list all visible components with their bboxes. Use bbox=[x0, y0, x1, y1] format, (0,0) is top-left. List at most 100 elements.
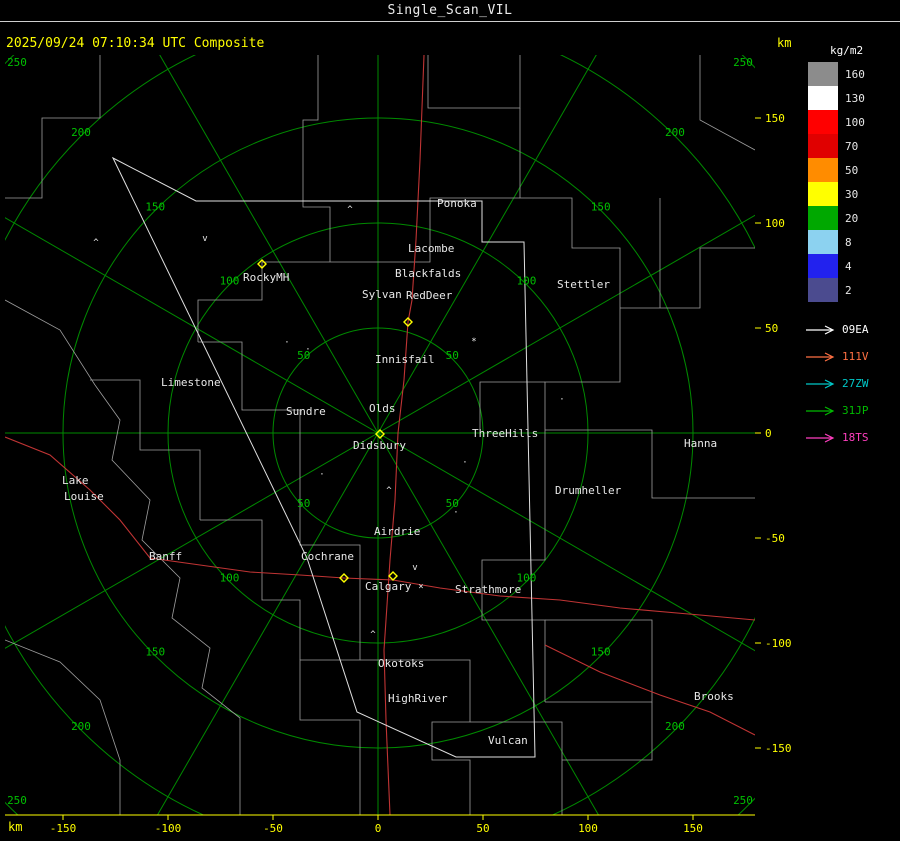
scale-value: 4 bbox=[845, 259, 852, 273]
scale-row: 130 bbox=[800, 86, 900, 110]
scale-swatch bbox=[808, 62, 838, 86]
radar-site-arrow-icon bbox=[806, 405, 835, 416]
boundary-line bbox=[5, 299, 96, 386]
bottom-axis-label: -50 bbox=[263, 822, 283, 835]
right-axis-label: -150 bbox=[765, 742, 792, 755]
city-label: Louise bbox=[64, 490, 104, 503]
side-panel: kg/m2 160 130 100 70 50 30 20 8 4 2 09EA 111V 27ZW 3… bbox=[800, 44, 900, 451]
scale-value: 8 bbox=[845, 235, 852, 249]
scale-swatch bbox=[808, 278, 838, 302]
city-label: Blackfalds bbox=[395, 267, 461, 280]
color-scale-unit: kg/m2 bbox=[830, 44, 864, 57]
city-label: Brooks bbox=[694, 690, 734, 703]
city-label: Innisfail bbox=[375, 353, 435, 366]
boundary-line bbox=[427, 55, 521, 109]
town-marker: ^ bbox=[347, 205, 353, 215]
bottom-axis-label: 150 bbox=[683, 822, 703, 835]
boundary-line bbox=[481, 498, 546, 702]
city-label: Calgary bbox=[365, 580, 412, 593]
right-axis-label: -100 bbox=[765, 637, 792, 650]
city-labels: Ponoka Lacombe Blackfalds Sylvan RedDeer Stet… bbox=[62, 197, 734, 747]
town-marker: · bbox=[559, 395, 564, 405]
range-label: 200 bbox=[71, 720, 91, 733]
city-label: Sylvan bbox=[362, 288, 402, 301]
city-label: Sundre bbox=[286, 405, 326, 418]
city-label: Drumheller bbox=[555, 484, 622, 497]
scale-row: 100 bbox=[800, 110, 900, 134]
range-label: 100 bbox=[220, 275, 240, 288]
scale-swatch bbox=[808, 230, 838, 254]
radar-site-arrow-icon bbox=[806, 378, 835, 389]
city-label: Lake bbox=[62, 474, 89, 487]
radar-map-canvas[interactable]: 2025/09/24 07:10:34 UTC Composite km km … bbox=[0, 0, 900, 841]
bottom-axis-unit: km bbox=[8, 820, 22, 834]
county-boundaries bbox=[5, 55, 755, 815]
city-label: Hanna bbox=[684, 437, 717, 450]
range-label: 200 bbox=[665, 720, 685, 733]
boundary-line bbox=[200, 519, 301, 660]
town-marker: v bbox=[412, 563, 417, 573]
radar-site-id: 09EA bbox=[842, 323, 869, 336]
range-label: 250 bbox=[733, 56, 753, 69]
boundary-line bbox=[198, 341, 301, 470]
boundary-line bbox=[360, 659, 471, 815]
range-label: 150 bbox=[591, 200, 611, 213]
radar-coverage-outline bbox=[111, 156, 536, 758]
city-label: Vulcan bbox=[488, 734, 528, 747]
scale-swatch bbox=[808, 158, 838, 182]
right-axis-label: 50 bbox=[765, 322, 778, 335]
bottom-axis-label: -150 bbox=[50, 822, 77, 835]
radar-site-row: 27ZW bbox=[800, 370, 900, 397]
town-marker: v bbox=[202, 234, 207, 244]
color-scale: 160 130 100 70 50 30 20 8 4 2 bbox=[800, 62, 900, 302]
scale-value: 130 bbox=[845, 91, 865, 105]
scale-swatch bbox=[808, 134, 838, 158]
radar-site-id: 18TS bbox=[842, 431, 869, 444]
city-label: RedDeer bbox=[406, 289, 453, 302]
scale-row: 4 bbox=[800, 254, 900, 278]
boundary-line bbox=[699, 55, 755, 151]
boundary-line bbox=[479, 381, 545, 430]
city-label: Olds bbox=[369, 402, 396, 415]
scale-swatch bbox=[808, 206, 838, 230]
radar-site-row: 09EA bbox=[800, 316, 900, 343]
bottom-axis-label: 0 bbox=[375, 822, 382, 835]
scale-row: 160 bbox=[800, 62, 900, 86]
town-marker: · bbox=[305, 345, 310, 355]
range-label: 150 bbox=[591, 646, 611, 659]
city-label: HighRiver bbox=[388, 692, 448, 705]
scale-row: 70 bbox=[800, 134, 900, 158]
range-label: 150 bbox=[145, 200, 165, 213]
range-label: 200 bbox=[71, 126, 91, 139]
right-axis-label: 100 bbox=[765, 217, 785, 230]
scale-value: 160 bbox=[845, 67, 865, 81]
boundary-line bbox=[299, 470, 361, 600]
radar-site-arrow-icon bbox=[806, 351, 835, 362]
town-marker: ^ bbox=[370, 630, 376, 640]
town-marker: · bbox=[284, 338, 289, 348]
range-label: 250 bbox=[7, 56, 27, 69]
town-marker: * bbox=[471, 337, 476, 347]
bottom-axis-label: 100 bbox=[578, 822, 598, 835]
radar-site-arrow-icon bbox=[806, 432, 835, 443]
scale-swatch bbox=[808, 182, 838, 206]
city-label: Limestone bbox=[161, 376, 221, 389]
radar-site-row: 111V bbox=[800, 343, 900, 370]
range-label: 250 bbox=[7, 794, 27, 807]
town-marker: · bbox=[319, 470, 324, 480]
city-label: ThreeHills bbox=[472, 427, 538, 440]
radar-viewer-window: { "window": { "title": "Single_Scan_VIL"… bbox=[0, 0, 900, 841]
boundary-line bbox=[544, 308, 621, 498]
boundary-line bbox=[299, 600, 361, 815]
radar-site-arrow-icon bbox=[806, 324, 835, 335]
scale-row: 50 bbox=[800, 158, 900, 182]
radar-site-id: 27ZW bbox=[842, 377, 869, 390]
radar-site-id: 31JP bbox=[842, 404, 869, 417]
scan-timestamp: 2025/09/24 07:10:34 UTC Composite bbox=[6, 36, 264, 51]
right-axis-unit: km bbox=[777, 36, 791, 50]
range-rings bbox=[5, 55, 755, 815]
town-markers: ^^··*··^··v×^v bbox=[93, 205, 564, 640]
right-axis-label: 0 bbox=[765, 427, 772, 440]
scale-row: 30 bbox=[800, 182, 900, 206]
scale-value: 20 bbox=[845, 211, 859, 225]
